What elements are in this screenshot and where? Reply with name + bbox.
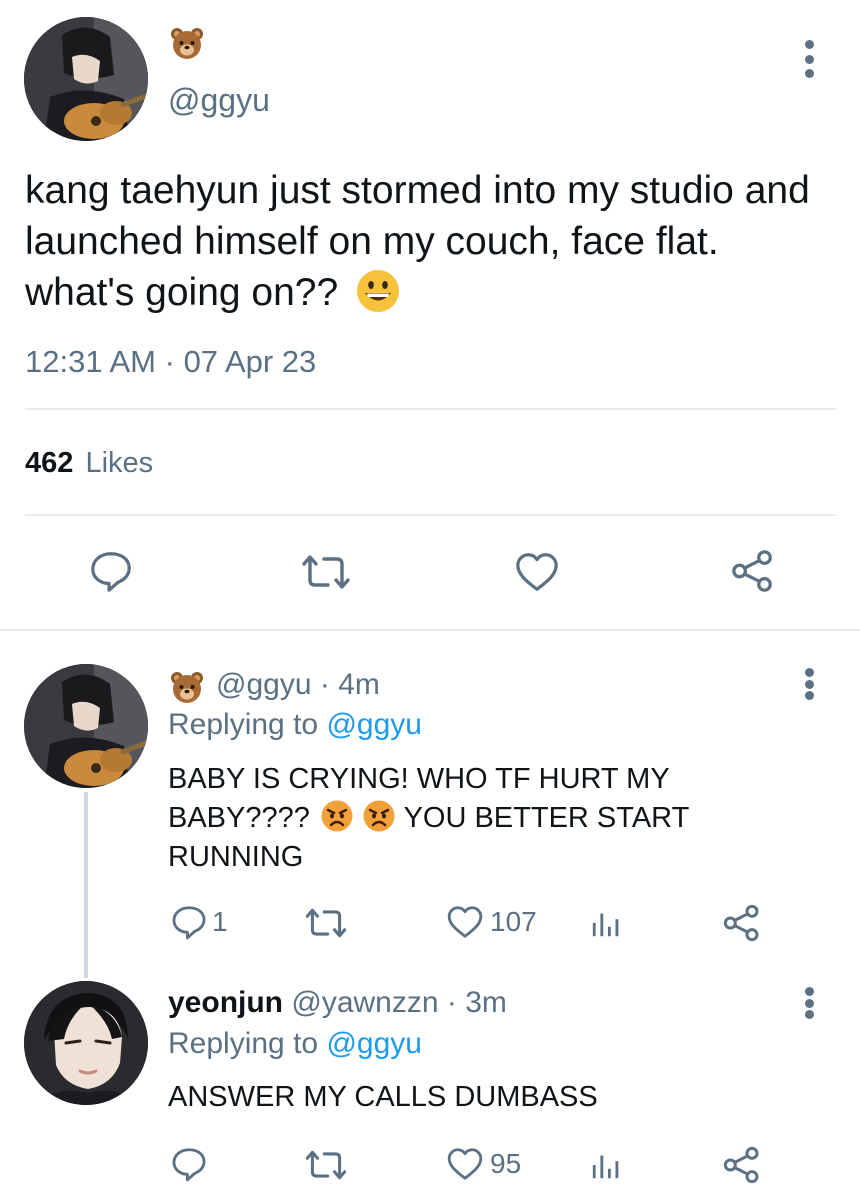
likes-label: Likes — [85, 447, 154, 479]
bear-face-icon — [170, 670, 204, 704]
main-tweet-handle[interactable]: @ggyu — [168, 82, 270, 119]
main-tweet-time: 12:31 AM — [25, 344, 156, 379]
reply-handle[interactable]: @ggyu — [216, 668, 312, 701]
likes-count: 462 — [25, 447, 74, 479]
replying-handle-link[interactable]: @ggyu — [326, 708, 422, 741]
replying-to: Replying to @ggyu — [168, 708, 422, 742]
reply-retweet-button[interactable] — [302, 906, 350, 940]
reply2-text: ANSWER MY CALLS DUMBASS — [168, 1081, 598, 1113]
retweet-icon — [305, 908, 347, 938]
reply-icon — [172, 906, 206, 940]
guitar-player-avatar — [24, 17, 148, 141]
reply2-like-count: 95 — [490, 1148, 522, 1179]
main-tweet-date: 07 Apr 23 — [183, 344, 317, 379]
guitar-player-avatar — [24, 664, 148, 788]
grinning-face-icon — [355, 268, 401, 314]
reply-like-count: 107 — [490, 906, 537, 937]
angry-face-icon — [320, 799, 354, 833]
reply2-header: yeonjun @yawnzzn · 3m — [168, 986, 507, 1020]
main-tweet-timestamp: 12:31 AM · 07 Apr 23 — [25, 344, 316, 380]
heart-icon — [516, 553, 558, 591]
share-button[interactable] — [730, 548, 776, 594]
reply-button[interactable] — [88, 548, 134, 594]
main-tweet-more-icon[interactable] — [797, 36, 821, 82]
reply-header: @ggyu · 4m — [216, 668, 380, 702]
reply-more-icon[interactable] — [797, 664, 821, 704]
main-tweet-text: kang taehyun just stormed into my studio… — [25, 165, 835, 318]
reply-icon — [172, 1148, 206, 1182]
reply2-share-button[interactable] — [722, 1145, 762, 1185]
reply-text: BABY IS CRYING! WHO TF HURT MY BABY???? … — [168, 760, 768, 877]
divider — [25, 408, 836, 410]
heart-icon — [447, 906, 483, 938]
reply-separator: · — [319, 668, 330, 701]
reply-analytics-button[interactable] — [590, 906, 624, 940]
replying-prefix: Replying to — [168, 708, 319, 741]
thread-line — [84, 792, 88, 978]
portrait-avatar — [24, 981, 148, 1105]
divider — [25, 514, 836, 516]
main-tweet-text-body: kang taehyun just stormed into my studio… — [25, 169, 810, 314]
reply2-more-icon[interactable] — [797, 983, 821, 1023]
reply2-separator: · — [446, 986, 457, 1019]
reply-share-button[interactable] — [722, 903, 762, 943]
section-divider — [0, 629, 860, 631]
replying-to: Replying to @ggyu — [168, 1027, 422, 1061]
replying-prefix: Replying to — [168, 1027, 319, 1060]
reply2-analytics-button[interactable] — [590, 1148, 624, 1182]
reply2-age: 3m — [465, 986, 507, 1019]
angry-face-icon — [362, 799, 396, 833]
reply-age: 4m — [338, 668, 380, 701]
reply-reply-button[interactable]: 1 — [170, 903, 228, 941]
main-tweet-likes[interactable]: 462 Likes — [25, 447, 153, 480]
reply2-retweet-button[interactable] — [302, 1148, 350, 1182]
yeonjun-avatar[interactable] — [24, 981, 148, 1105]
reply-avatar[interactable] — [24, 664, 148, 788]
timestamp-separator: · — [164, 344, 175, 379]
retweet-button[interactable] — [298, 552, 354, 592]
reply-count: 1 — [212, 906, 228, 937]
replying-handle-link[interactable]: @ggyu — [326, 1027, 422, 1060]
reply2-reply-button[interactable] — [170, 1145, 214, 1183]
reply2-handle[interactable]: @yawnzzn — [291, 986, 438, 1019]
reply-icon — [91, 552, 131, 592]
share-icon — [723, 1146, 759, 1184]
reply2-like-button[interactable]: 95 — [446, 1146, 521, 1182]
retweet-icon — [302, 555, 350, 589]
analytics-icon — [592, 913, 619, 937]
heart-icon — [447, 1148, 483, 1180]
like-button[interactable] — [514, 550, 560, 594]
share-icon — [723, 904, 759, 942]
reply-like-button[interactable]: 107 — [446, 904, 537, 940]
retweet-icon — [305, 1150, 347, 1180]
analytics-icon — [592, 1155, 619, 1179]
bear-face-icon — [170, 26, 204, 60]
reply2-name[interactable]: yeonjun — [168, 986, 283, 1019]
main-tweet-avatar[interactable] — [24, 17, 148, 141]
share-icon — [732, 550, 772, 592]
